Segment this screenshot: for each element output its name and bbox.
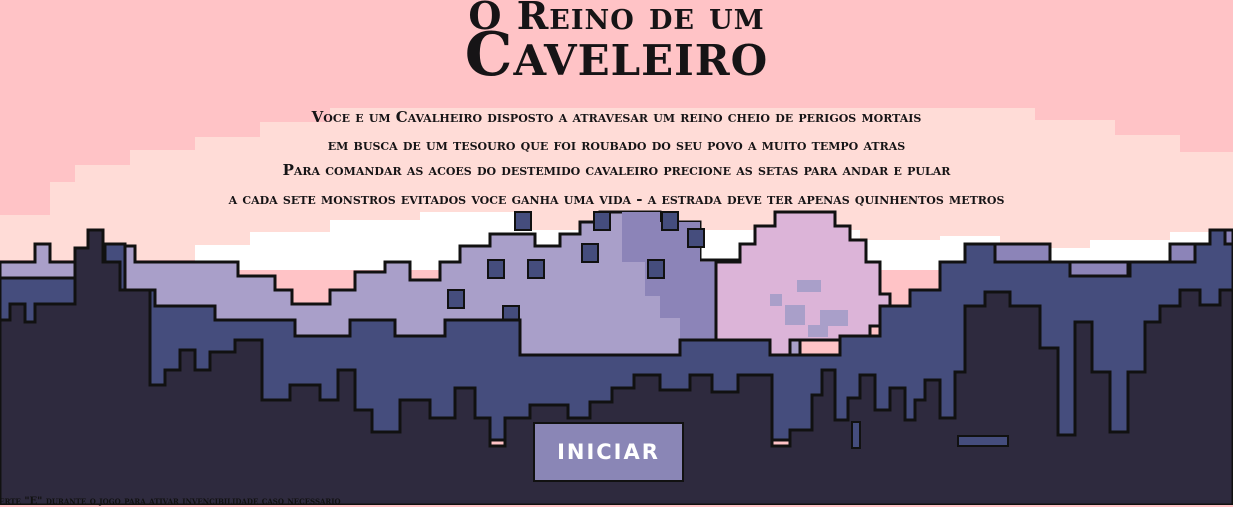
intro-line-4: a cada sete monstros evitados voce ganha… [228, 190, 1005, 208]
invincibility-hint: perte "E" durante o jogo para ativar inv… [0, 496, 341, 507]
game-title-main: Caveleiro [464, 20, 769, 90]
near-city-post [851, 421, 861, 449]
intro-line-1: Voce e um Cavalheiro disposto a atravesa… [311, 108, 922, 126]
near-city-ledge [957, 435, 1009, 447]
intro-line-2: em busca de um tesouro que foi roubado d… [327, 136, 906, 154]
start-button[interactable]: INICIAR [533, 422, 684, 482]
intro-line-3: Para comandar as acoes do destemido cava… [282, 161, 951, 179]
